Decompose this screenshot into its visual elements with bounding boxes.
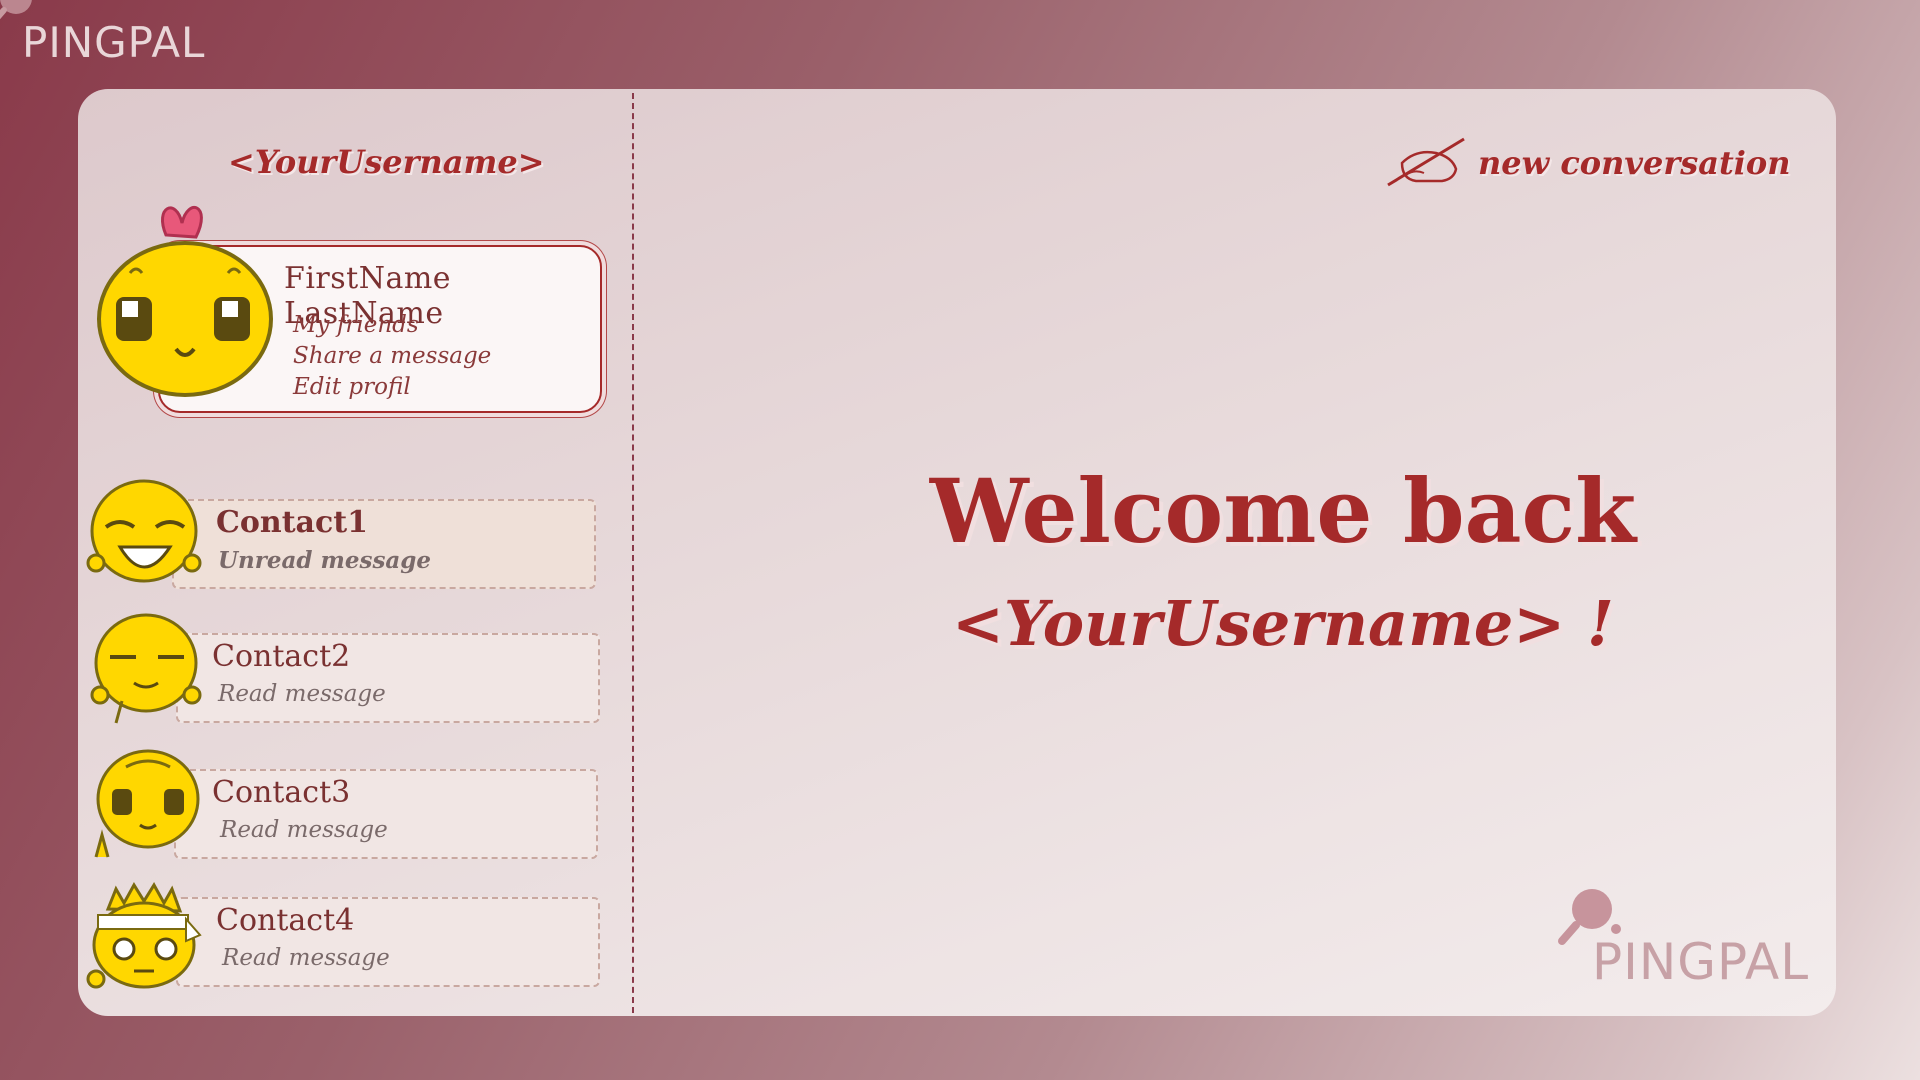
- sidebar-username: <YourUsername>: [228, 143, 545, 181]
- welcome-username: <YourUsername> !: [951, 587, 1615, 660]
- contact-avatar-peace: [94, 749, 200, 858]
- contact-name: Contact3: [212, 775, 351, 810]
- contact-avatar-laughing: [86, 479, 202, 583]
- logo-text: PINGPAL: [22, 18, 206, 67]
- contact-status: Read message: [222, 945, 390, 971]
- welcome-heading: Welcome back: [929, 459, 1637, 563]
- edit-profile-link[interactable]: Edit profil: [293, 372, 491, 403]
- main-card: <YourUsername> FirstName LastName My fri…: [78, 89, 1836, 1016]
- logo-text: PINGPAL: [1592, 933, 1810, 991]
- contact-avatar-sleepy: [90, 613, 202, 724]
- contact-name: Contact2: [212, 639, 351, 674]
- pen-writing-icon: [1387, 137, 1465, 187]
- new-conversation-label: new conversation: [1478, 144, 1791, 182]
- profile-links: My friends Share a message Edit profil: [293, 310, 491, 403]
- new-conversation-button[interactable]: new conversation: [1386, 133, 1791, 193]
- contact-status: Read message: [218, 681, 386, 707]
- my-friends-link[interactable]: My friends: [293, 310, 491, 341]
- share-message-link[interactable]: Share a message: [293, 341, 491, 372]
- contact-name: Contact4: [216, 903, 355, 938]
- app-logo-bottom: PINGPAL: [1554, 885, 1814, 995]
- contact-item-1[interactable]: Contact1 Unread message: [172, 499, 596, 589]
- contact-status: Unread message: [218, 547, 432, 574]
- profile-avatar[interactable]: [96, 197, 274, 397]
- contact-item-2[interactable]: Contact2 Read message: [176, 633, 600, 723]
- contact-item-4[interactable]: Contact4 Read message: [176, 897, 600, 987]
- contact-status: Read message: [220, 817, 388, 843]
- app-logo-top: PINGPAL: [0, 0, 220, 80]
- contact-name: Contact1: [216, 505, 368, 540]
- contact-avatar-headband: [86, 882, 202, 989]
- panel-divider: [632, 93, 634, 1013]
- contact-item-3[interactable]: Contact3 Read message: [174, 769, 598, 859]
